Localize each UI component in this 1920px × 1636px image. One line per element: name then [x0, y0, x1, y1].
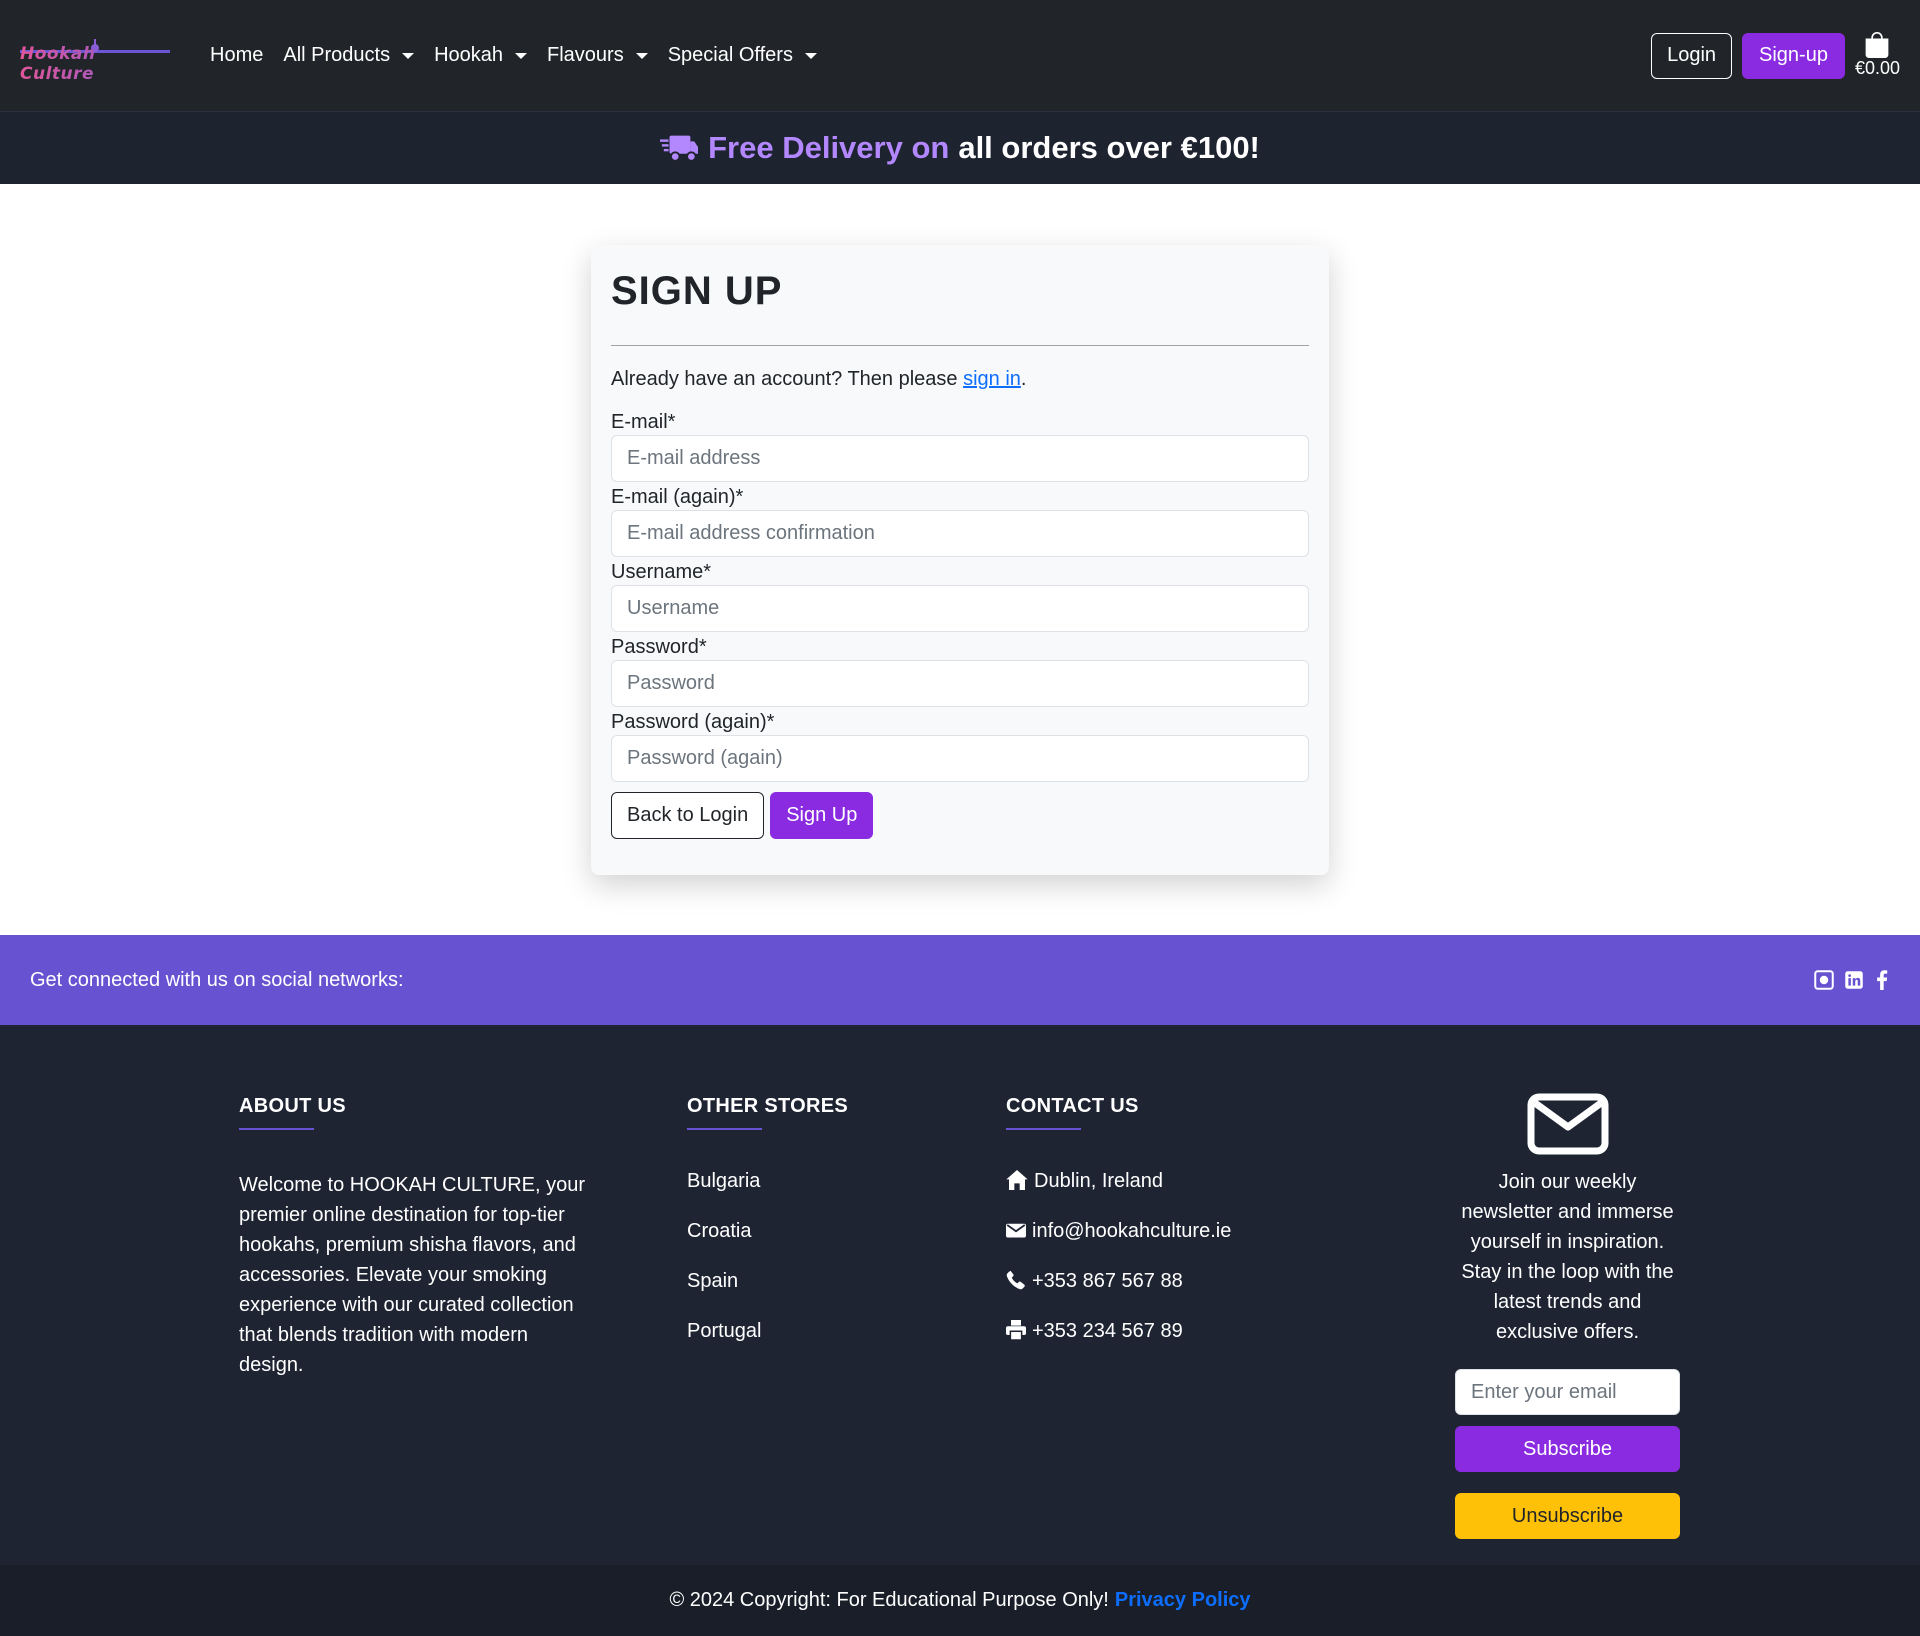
phone-icon	[1006, 1270, 1025, 1290]
signin-prompt: Already have an account? Then please sig…	[611, 368, 1309, 391]
banner-accent-text: Free Delivery on	[708, 130, 950, 165]
caret-down-icon	[804, 52, 817, 59]
about-text: Welcome to HOOKAH CULTURE, your premier …	[239, 1174, 586, 1376]
caret-down-icon	[635, 52, 648, 59]
main-content: SIGN UP Already have an account? Then pl…	[0, 184, 1920, 935]
nav-flavours-label: Flavours	[547, 44, 624, 66]
brand-logo-text: Hookah Culture	[20, 44, 170, 84]
contact-phone-text: +353 867 567 88	[1032, 1270, 1183, 1292]
contact-email: info@hookahculture.ie	[1006, 1220, 1231, 1270]
copyright-bar: © 2024 Copyright: For Educational Purpos…	[0, 1565, 1920, 1636]
password-confirm-field[interactable]	[611, 735, 1309, 782]
password-field[interactable]	[611, 660, 1309, 707]
contact-fax: +353 234 567 89	[1006, 1320, 1231, 1370]
stores-list: Bulgaria Croatia Spain Portugal	[687, 1170, 848, 1370]
signup-submit-button[interactable]: Sign Up	[770, 792, 874, 839]
envelope-icon	[1006, 1223, 1026, 1238]
signin-prompt-text: Already have an account? Then please	[611, 368, 958, 390]
contact-heading: CONTACT US	[1006, 1095, 1139, 1117]
nav-all-products[interactable]: All Products	[273, 44, 424, 67]
email-confirm-label: E-mail (again)*	[611, 486, 744, 508]
email-confirm-field[interactable]	[611, 510, 1309, 557]
cart-link[interactable]: €0.00	[1855, 32, 1900, 79]
form-actions: Back to Login Sign Up	[611, 792, 1309, 839]
store-item[interactable]: Croatia	[687, 1220, 848, 1270]
contact-address-text: Dublin, Ireland	[1034, 1170, 1163, 1192]
caret-down-icon	[515, 52, 528, 59]
login-button[interactable]: Login	[1651, 32, 1733, 79]
truck-icon	[660, 135, 699, 162]
store-item[interactable]: Bulgaria	[687, 1170, 848, 1220]
nav-actions: Login Sign-up €0.00	[1651, 32, 1900, 79]
store-item[interactable]: Spain	[687, 1270, 848, 1320]
nav-hookah-label: Hookah	[434, 44, 504, 66]
nav-hookah[interactable]: Hookah	[424, 44, 537, 67]
subscribe-button[interactable]: Subscribe	[1455, 1426, 1680, 1472]
email-field[interactable]	[611, 435, 1309, 482]
back-to-login-button[interactable]: Back to Login	[611, 792, 765, 839]
main-nav: Home All Products Hookah Flavours Specia…	[200, 44, 827, 67]
signin-link[interactable]: sign in	[963, 368, 1021, 390]
privacy-policy-link[interactable]: Privacy Policy	[1115, 1589, 1251, 1612]
nav-flavours[interactable]: Flavours	[537, 44, 658, 67]
signin-prompt-suffix: .	[1020, 368, 1027, 390]
contact-list: Dublin, Ireland info@hookahculture.ie +3…	[1006, 1170, 1231, 1370]
brand-logo[interactable]: Hookah Culture	[20, 36, 170, 84]
signup-nav-button[interactable]: Sign-up	[1742, 32, 1845, 79]
stores-heading: OTHER STORES	[687, 1095, 849, 1117]
social-bar: Get connected with us on social networks…	[0, 935, 1920, 1025]
password-confirm-label: Password (again)*	[611, 711, 775, 733]
nav-all-products-label: All Products	[283, 44, 391, 66]
stores-heading-underline	[687, 1128, 762, 1130]
footer-contact: CONTACT US Dublin, Ireland info@hookahcu…	[1006, 1095, 1231, 1370]
footer-newsletter: Join our weekly newsletter and immerse y…	[1455, 1093, 1680, 1539]
email-label: E-mail*	[611, 411, 676, 433]
social-icons	[1814, 970, 1890, 990]
shopping-bag-icon	[1866, 32, 1889, 58]
password-label: Password*	[611, 636, 707, 658]
nav-home[interactable]: Home	[200, 44, 273, 67]
store-item[interactable]: Portugal	[687, 1320, 848, 1370]
signup-card: SIGN UP Already have an account? Then pl…	[591, 245, 1329, 875]
footer-about: ABOUT US Welcome to HOOKAH CULTURE, your…	[239, 1095, 589, 1380]
navbar: Hookah Culture Home All Products Hookah …	[0, 0, 1920, 111]
printer-icon	[1006, 1320, 1026, 1340]
nav-special-offers-label: Special Offers	[667, 44, 793, 66]
delivery-banner: Free Delivery on all orders over €100!	[0, 111, 1920, 184]
github-icon[interactable]	[1814, 970, 1834, 990]
footer: ABOUT US Welcome to HOOKAH CULTURE, your…	[0, 1025, 1920, 1565]
about-heading: ABOUT US	[239, 1095, 346, 1117]
copyright-text: © 2024 Copyright: For Educational Purpos…	[669, 1589, 1109, 1611]
username-field[interactable]	[611, 585, 1309, 632]
newsletter-email-input[interactable]	[1455, 1369, 1680, 1415]
cart-total: €0.00	[1854, 58, 1900, 78]
contact-address: Dublin, Ireland	[1006, 1170, 1231, 1220]
social-text: Get connected with us on social networks…	[30, 968, 404, 991]
newsletter-text: Join our weekly newsletter and immerse y…	[1461, 1171, 1674, 1343]
footer-stores: OTHER STORES Bulgaria Croatia Spain Port…	[687, 1095, 848, 1370]
contact-email-text[interactable]: info@hookahculture.ie	[1032, 1220, 1231, 1243]
page-title: SIGN UP	[611, 269, 783, 313]
caret-down-icon	[402, 52, 415, 59]
linkedin-icon[interactable]	[1844, 970, 1864, 990]
facebook-icon[interactable]	[1874, 970, 1890, 990]
contact-fax-text: +353 234 567 89	[1032, 1320, 1183, 1342]
about-heading-underline	[239, 1128, 314, 1130]
nav-home-label: Home	[210, 44, 264, 66]
title-divider	[611, 345, 1309, 346]
envelope-large-icon	[1527, 1093, 1608, 1155]
home-icon	[1006, 1170, 1028, 1190]
contact-phone: +353 867 567 88	[1006, 1270, 1231, 1320]
username-label: Username*	[611, 561, 712, 583]
contact-heading-underline	[1006, 1128, 1081, 1130]
nav-special-offers[interactable]: Special Offers	[658, 44, 827, 67]
banner-rest-text: all orders over €100!	[958, 130, 1260, 165]
unsubscribe-button[interactable]: Unsubscribe	[1455, 1493, 1680, 1539]
